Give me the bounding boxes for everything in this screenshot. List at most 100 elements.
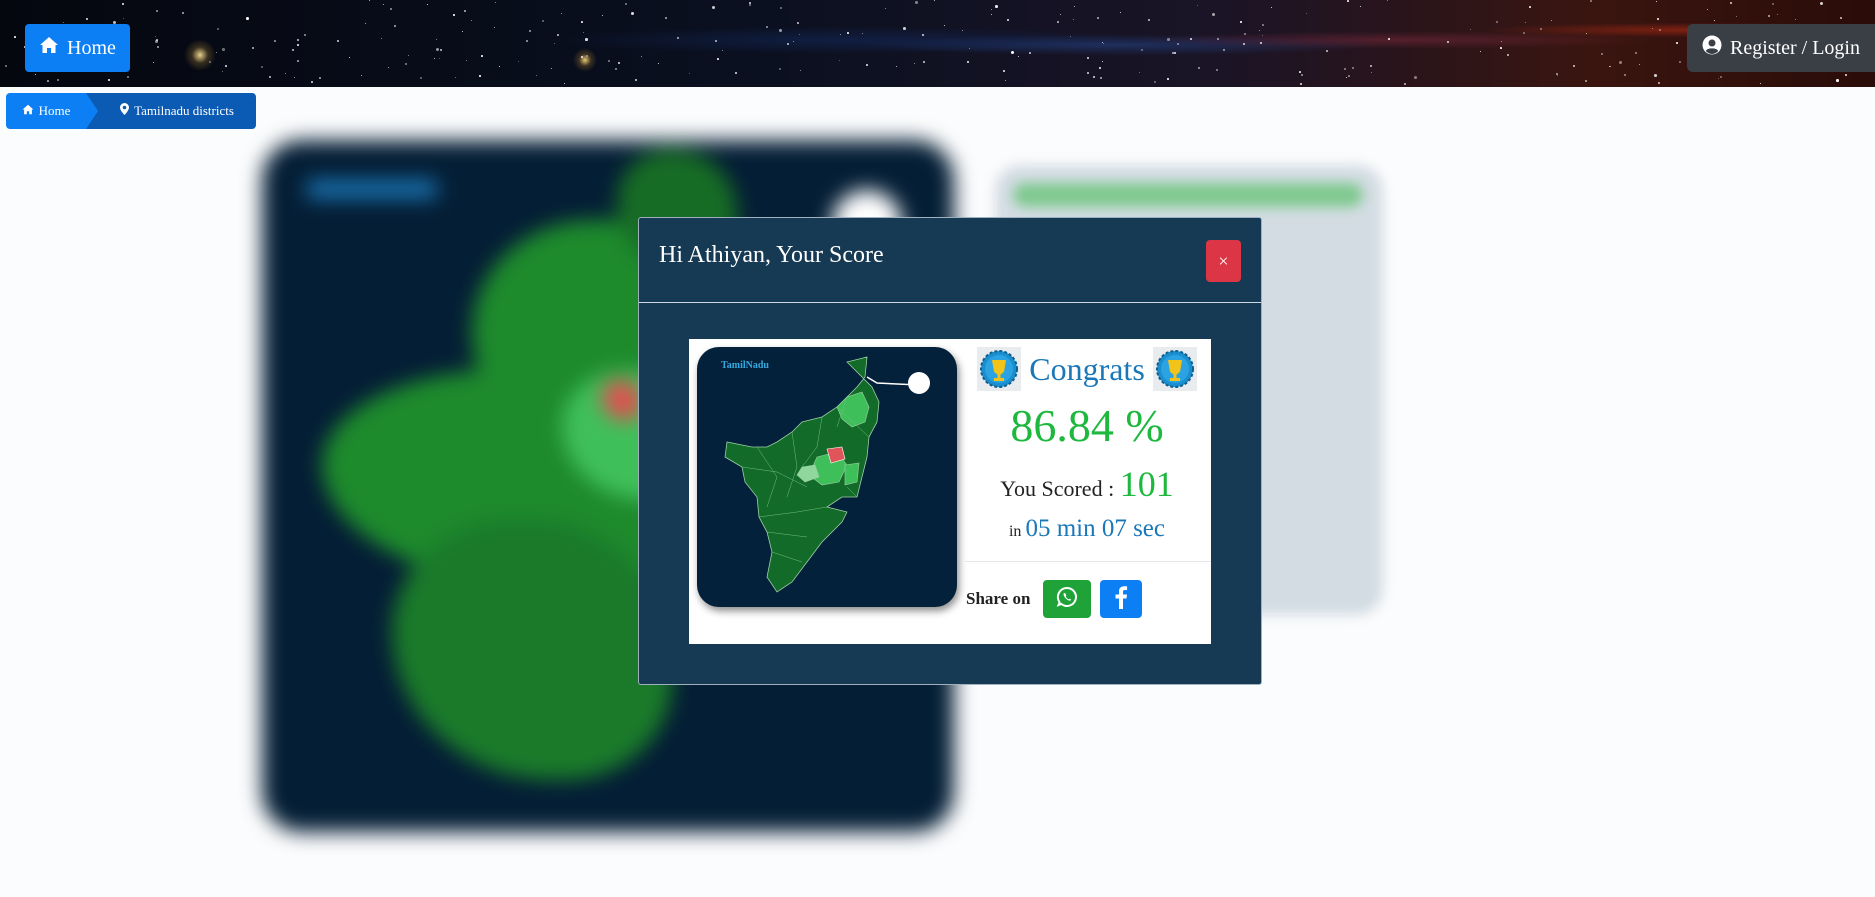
- congrats-text: Congrats: [1029, 350, 1145, 387]
- close-icon: ×: [1218, 250, 1229, 271]
- star-dot: [839, 60, 841, 62]
- star-dot: [1652, 28, 1654, 30]
- whatsapp-icon: [1056, 586, 1078, 613]
- star-dot: [962, 30, 964, 32]
- star-dot: [1500, 47, 1502, 49]
- star-dot: [583, 32, 585, 34]
- star-dot: [631, 12, 634, 15]
- star-dot: [797, 22, 799, 24]
- star-dot: [1102, 61, 1103, 62]
- star-dot: [155, 40, 158, 43]
- home-button[interactable]: Home: [25, 24, 130, 72]
- star-dot: [896, 66, 898, 68]
- star-dot: [1772, 3, 1774, 5]
- star-dot: [995, 5, 998, 8]
- star-dot: [1388, 38, 1390, 40]
- star-dot: [1585, 80, 1588, 83]
- star-dot: [1657, 18, 1659, 20]
- breadcrumb-item-label: Tamilnadu districts: [134, 103, 234, 118]
- star-dot: [1060, 14, 1062, 16]
- facebook-share-button[interactable]: [1100, 580, 1142, 618]
- star-dot: [123, 18, 125, 20]
- star-dot: [297, 44, 299, 46]
- star-dot: [799, 34, 801, 36]
- score-card: TamilNadu Congrats 86.84 % You Scored: …: [689, 339, 1211, 644]
- star-dot: [1120, 12, 1122, 14]
- star-dot: [526, 40, 529, 43]
- star-dot: [554, 43, 556, 45]
- star-dot: [1074, 6, 1076, 8]
- breadcrumb-item-label: Home: [38, 103, 71, 118]
- star-dot: [122, 3, 124, 5]
- star-dot: [495, 2, 497, 4]
- star-dot: [436, 48, 439, 51]
- star-dot: [304, 34, 306, 36]
- star-dot: [766, 26, 768, 28]
- star-dot: [1414, 76, 1418, 80]
- star-dot: [787, 43, 789, 45]
- star-dot: [453, 14, 455, 16]
- star-dot: [381, 38, 383, 40]
- breadcrumb-item-home[interactable]: Home: [6, 93, 98, 129]
- star-dot: [1507, 54, 1510, 57]
- star-dot: [319, 77, 321, 79]
- star-dot: [641, 56, 643, 58]
- star-dot: [1087, 57, 1089, 59]
- star-dot: [1777, 14, 1779, 16]
- in-label: in: [1008, 523, 1022, 540]
- star-dot: [261, 66, 264, 69]
- star-dot: [1601, 53, 1604, 56]
- star-dot: [1260, 42, 1262, 44]
- star-dot: [1197, 5, 1199, 7]
- star-dot: [1029, 52, 1031, 54]
- star-dot: [735, 72, 737, 74]
- star-dot: [1348, 75, 1350, 77]
- star-dot: [1139, 72, 1141, 74]
- star-dot: [1212, 13, 1215, 16]
- star-dot: [1243, 43, 1245, 45]
- scored-label: You Scored :: [1000, 476, 1115, 501]
- whatsapp-share-button[interactable]: [1043, 580, 1091, 618]
- star-dot: [157, 46, 160, 49]
- star-dot: [1174, 52, 1176, 54]
- star-dot: [1654, 74, 1657, 77]
- star-dot: [615, 68, 618, 71]
- close-button[interactable]: ×: [1206, 240, 1241, 282]
- star-dot: [156, 10, 158, 12]
- modal-title: Hi Athiyan, Your Score: [659, 242, 884, 268]
- star-dot: [1447, 41, 1449, 43]
- score-value: 101: [1119, 464, 1174, 504]
- star-dot: [1005, 80, 1007, 82]
- star-dot: [991, 9, 993, 11]
- star-dot: [108, 79, 110, 81]
- star-dot: [1624, 74, 1627, 77]
- star-dot: [222, 71, 224, 73]
- star-dot: [274, 40, 276, 42]
- star-dot: [471, 20, 473, 22]
- star-dot: [557, 34, 559, 36]
- star-dot: [1262, 35, 1264, 37]
- star-dot: [182, 12, 184, 14]
- breadcrumb-item-districts[interactable]: Tamilnadu districts: [86, 93, 256, 129]
- star-dot: [542, 20, 545, 23]
- star-dot: [581, 56, 583, 58]
- star-dot: [793, 41, 794, 42]
- result-map-thumbnail: TamilNadu: [697, 347, 957, 607]
- star-dot: [1007, 19, 1010, 22]
- star-dot: [586, 55, 589, 58]
- star-dot: [1557, 75, 1559, 77]
- star-dot: [47, 80, 49, 82]
- score-percent: 86.84 %: [1010, 400, 1164, 451]
- star-dot: [780, 7, 783, 10]
- star-dot: [1760, 83, 1762, 85]
- star-dot: [464, 10, 466, 12]
- star-dot: [1676, 42, 1678, 44]
- star-dot: [717, 58, 719, 60]
- share-label: Share on: [966, 589, 1031, 608]
- star-dot: [434, 58, 436, 60]
- star-dot: [285, 73, 287, 75]
- star-dot: [1300, 83, 1303, 86]
- register-login-button[interactable]: Register / Login: [1687, 24, 1875, 72]
- home-icon: [22, 103, 34, 119]
- star-dot: [1768, 15, 1771, 18]
